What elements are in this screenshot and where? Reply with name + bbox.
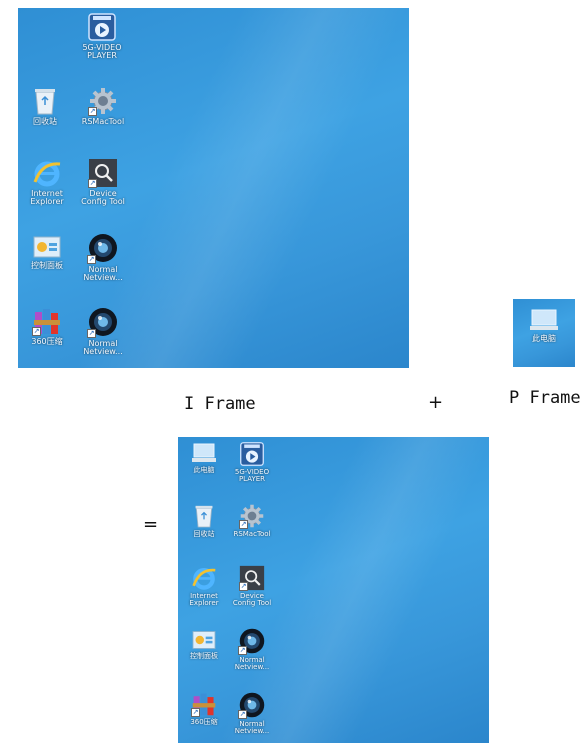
normal-netview-shortcut-2[interactable]: ↗ Normal Netview... <box>78 306 128 357</box>
normal-netview-shortcut-1[interactable]: ↗ Normal Netview... <box>78 232 128 283</box>
camera-lens-icon: ↗ <box>238 627 266 655</box>
magnifier-icon: ↗ <box>88 158 118 188</box>
device-config-shortcut[interactable]: ↗ Device Config Tool <box>76 158 130 207</box>
recycle-bin-icon <box>32 86 58 116</box>
shortcut-arrow-icon: ↗ <box>239 582 248 591</box>
result-normal-netview-shortcut-2[interactable]: ↗ Normal Netview... <box>228 691 276 736</box>
result-this-pc-label: 此电脑 <box>193 466 215 474</box>
camera-lens-icon: ↗ <box>87 306 119 338</box>
video-player-icon <box>87 12 117 42</box>
result-device-config-label: Device Config Tool <box>232 592 272 608</box>
p-frame-caption: P Frame <box>509 388 581 408</box>
control-panel-icon <box>191 629 217 651</box>
shortcut-arrow-icon: ↗ <box>238 646 247 655</box>
result-normal-netview-shortcut-1[interactable]: ↗ Normal Netview... <box>228 627 276 672</box>
this-pc-label: 此电脑 <box>532 334 556 343</box>
shortcut-arrow-icon: ↗ <box>238 710 247 719</box>
control-panel-shortcut[interactable]: 控制面板 <box>24 234 70 270</box>
normal-netview-label-1: Normal Netview... <box>83 265 123 283</box>
shortcut-arrow-icon: ↗ <box>239 520 248 529</box>
video-player-shortcut[interactable]: 5G-VIDEO PLAYER <box>74 12 130 61</box>
result-video-player-shortcut[interactable]: 5G-VIDEO PLAYER <box>228 441 276 484</box>
result-device-config-shortcut[interactable]: ↗ Device Config Tool <box>228 565 276 608</box>
rsmactool-shortcut[interactable]: ↗ RSMacTool <box>78 86 128 126</box>
result-internet-explorer-label: Internet Explorer <box>189 592 219 608</box>
rsmactool-label: RSMacTool <box>81 117 125 126</box>
result-video-player-label: 5G-VIDEO PLAYER <box>234 468 270 484</box>
plus-sign: + <box>428 392 444 413</box>
archive-tool-shortcut[interactable]: ↗ 360压缩 <box>24 306 70 346</box>
internet-explorer-icon <box>32 158 62 188</box>
recycle-bin-label: 回收站 <box>33 117 57 126</box>
result-recycle-bin-label: 回收站 <box>193 530 215 538</box>
i-frame-desktop: 5G-VIDEO PLAYER 回收站 ↗ RSMacTool Internet… <box>18 8 409 368</box>
monitor-icon <box>529 307 559 333</box>
shortcut-arrow-icon: ↗ <box>88 179 97 188</box>
video-player-icon <box>239 441 265 467</box>
recycle-bin-icon <box>193 503 215 529</box>
equals-sign: = <box>143 514 159 535</box>
recycle-bin-shortcut[interactable]: 回收站 <box>24 86 66 126</box>
video-player-label: 5G-VIDEO PLAYER <box>82 43 122 61</box>
result-control-panel-label: 控制面板 <box>190 652 218 660</box>
this-pc-shortcut[interactable]: 此电脑 <box>519 307 569 343</box>
shortcut-arrow-icon: ↗ <box>87 329 96 338</box>
archive-books-icon: ↗ <box>191 691 217 717</box>
shortcut-arrow-icon: ↗ <box>88 107 97 116</box>
result-archive-tool-shortcut[interactable]: ↗ 360压缩 <box>182 691 226 726</box>
i-frame-caption: I Frame <box>184 394 256 414</box>
monitor-icon <box>191 441 217 465</box>
result-normal-netview-label-1: Normal Netview... <box>234 656 270 672</box>
internet-explorer-label: Internet Explorer <box>30 189 64 207</box>
magnifier-icon: ↗ <box>239 565 265 591</box>
result-recycle-bin-shortcut[interactable]: 回收站 <box>184 503 224 538</box>
result-rsmactool-shortcut[interactable]: ↗ RSMacTool <box>228 503 276 538</box>
camera-lens-icon: ↗ <box>238 691 266 719</box>
result-frame-desktop: 此电脑 5G-VIDEO PLAYER 回收站 ↗ RSMacTool Inte… <box>178 437 489 743</box>
shortcut-arrow-icon: ↗ <box>32 327 41 336</box>
result-archive-tool-label: 360压缩 <box>190 718 218 726</box>
archive-books-icon: ↗ <box>32 306 62 336</box>
gear-icon: ↗ <box>88 86 118 116</box>
result-this-pc-shortcut[interactable]: 此电脑 <box>184 441 224 474</box>
gear-icon: ↗ <box>239 503 265 529</box>
internet-explorer-shortcut[interactable]: Internet Explorer <box>24 158 70 207</box>
control-panel-label: 控制面板 <box>31 261 63 270</box>
internet-explorer-icon <box>191 565 217 591</box>
p-frame-desktop: 此电脑 <box>513 299 575 367</box>
result-control-panel-shortcut[interactable]: 控制面板 <box>182 629 226 660</box>
result-rsmactool-label: RSMacTool <box>233 530 271 538</box>
result-normal-netview-label-2: Normal Netview... <box>234 720 270 736</box>
device-config-label: Device Config Tool <box>81 189 125 207</box>
normal-netview-label-2: Normal Netview... <box>83 339 123 357</box>
archive-tool-label: 360压缩 <box>31 337 63 346</box>
control-panel-icon <box>32 234 62 260</box>
result-internet-explorer-shortcut[interactable]: Internet Explorer <box>182 565 226 608</box>
shortcut-arrow-icon: ↗ <box>191 708 200 717</box>
camera-lens-icon: ↗ <box>87 232 119 264</box>
shortcut-arrow-icon: ↗ <box>87 255 96 264</box>
